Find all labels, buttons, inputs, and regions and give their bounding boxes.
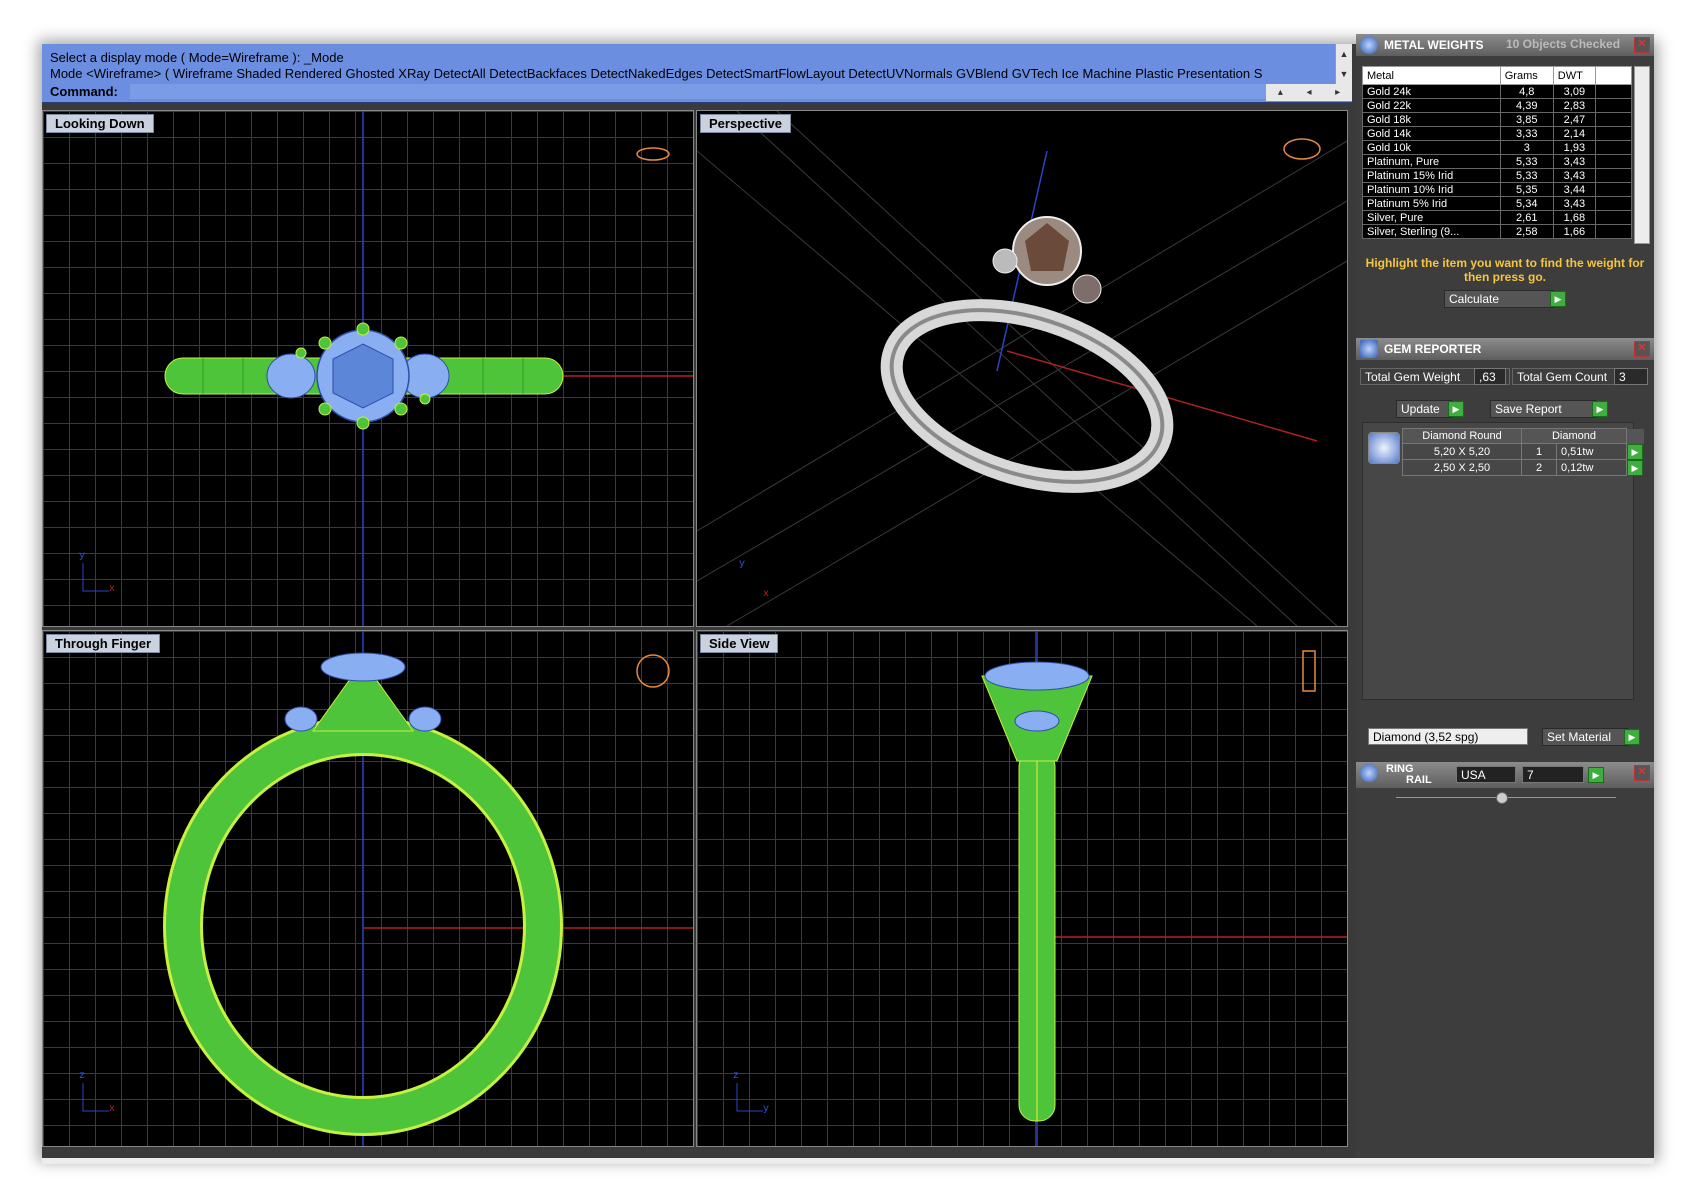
viewport-title[interactable]: Side View xyxy=(700,634,779,653)
calculate-go-icon[interactable]: ▶ xyxy=(1550,291,1566,307)
set-material-go-icon[interactable]: ▶ xyxy=(1624,729,1640,745)
metal-weights-header: METAL WEIGHTS 10 Objects Checked ✕ xyxy=(1356,34,1654,56)
table-row[interactable]: Gold 24k 4,8 3,09 xyxy=(1362,84,1632,99)
table-row[interactable]: Platinum, Pure 5,33 3,43 xyxy=(1362,154,1632,169)
command-area: Select a display mode ( Mode=Wireframe )… xyxy=(42,44,1352,103)
command-label: Command: xyxy=(50,84,118,99)
bottom-edge xyxy=(42,1158,1654,1164)
calculate-button[interactable]: Calculate xyxy=(1444,290,1554,308)
gem-table: Diamond Round Diamond 5,20 X 5,20 1 0,51… xyxy=(1402,428,1644,476)
ring-size-slider-handle[interactable] xyxy=(1496,792,1508,804)
ring-rail-subtitle: RAIL xyxy=(1406,774,1432,786)
metal-hint-text: Highlight the item you want to find the … xyxy=(1365,256,1645,284)
top-orientation-icon xyxy=(636,147,670,161)
round-diamond-icon xyxy=(1368,432,1400,464)
front-orientation-icon xyxy=(636,654,670,688)
viewport-title[interactable]: Perspective xyxy=(700,114,791,133)
command-mode-options[interactable]: Mode <Wireframe> ( Wireframe Shaded Rend… xyxy=(50,66,1320,81)
viewport-title[interactable]: Looking Down xyxy=(46,114,154,133)
total-gem-weight-value: ,63 xyxy=(1474,368,1506,385)
table-row[interactable]: Silver, Pure 2,61 1,68 xyxy=(1362,210,1632,225)
metal-weights-icon xyxy=(1360,36,1378,54)
table-row[interactable]: Gold 10k 3 1,93 xyxy=(1362,140,1632,155)
update-go-icon[interactable]: ▶ xyxy=(1448,401,1464,417)
axis-z-label: z xyxy=(733,1071,740,1082)
gem-go-icon[interactable]: ▶ xyxy=(1627,459,1643,476)
save-report-go-icon[interactable]: ▶ xyxy=(1592,401,1608,417)
axis-y-label: y xyxy=(763,1104,770,1115)
objects-checked-status: 10 Objects Checked xyxy=(1506,37,1621,51)
viewport-title[interactable]: Through Finger xyxy=(46,634,161,653)
table-row[interactable]: Silver, Sterling (9... 2,58 1,66 xyxy=(1362,224,1632,239)
viewport-looking-down[interactable]: x y Looking Down xyxy=(42,110,694,627)
gem-reporter-title: GEM REPORTER xyxy=(1384,342,1482,356)
side-panel: METAL WEIGHTS 10 Objects Checked ✕ Metal… xyxy=(1356,34,1654,1158)
table-row[interactable]: Gold 18k 3,85 2,47 xyxy=(1362,112,1632,127)
command-line: Command: xyxy=(50,84,1320,99)
command-scrollbar[interactable]: ▲ ▼ xyxy=(1335,44,1352,84)
table-row[interactable]: Platinum 5% Irid 5,34 3,43 xyxy=(1362,196,1632,211)
total-gem-count-value: 3 xyxy=(1614,368,1648,385)
ring-rail-go-icon[interactable]: ▶ xyxy=(1588,767,1604,783)
gem-go-icon[interactable]: ▶ xyxy=(1627,443,1643,460)
viewport-side-view[interactable]: y z Side View xyxy=(696,630,1348,1147)
axis-x-label: x xyxy=(109,1104,116,1115)
metal-table-scrollbar[interactable] xyxy=(1634,66,1650,244)
material-select[interactable]: Diamond (3,52 spg) xyxy=(1368,728,1528,745)
front-view-ring-wireframe xyxy=(82,631,693,1146)
table-row[interactable]: Platinum 10% Irid 5,35 3,44 xyxy=(1362,182,1632,197)
top-view-ring-wireframe xyxy=(82,111,693,626)
perspective-grid xyxy=(697,111,1347,626)
update-button[interactable]: Update xyxy=(1396,400,1452,418)
ring-rail-icon xyxy=(1360,764,1378,782)
gem-reporter-icon xyxy=(1360,340,1378,358)
column-header-grams[interactable]: Grams xyxy=(1499,66,1554,85)
axis-x-label: x xyxy=(109,584,116,595)
column-header-metal[interactable]: Metal xyxy=(1362,66,1501,85)
table-row[interactable]: Gold 22k 4,39 2,83 xyxy=(1362,98,1632,113)
set-material-button[interactable]: Set Material xyxy=(1542,728,1628,746)
table-row[interactable]: Platinum 15% Irid 5,33 3,43 xyxy=(1362,168,1632,183)
viewport-through-finger[interactable]: x z Through Finger xyxy=(42,630,694,1147)
metal-weights-title: METAL WEIGHTS xyxy=(1384,38,1484,52)
gem-reporter-header: GEM REPORTER ✕ xyxy=(1356,338,1654,360)
command-hscroll[interactable]: ▴ ◂ ▸ xyxy=(1266,84,1352,101)
close-icon[interactable]: ✕ xyxy=(1634,765,1650,781)
ring-size-select[interactable]: 7 xyxy=(1522,766,1584,783)
axis-y-label: y xyxy=(739,559,746,570)
ring-region-select[interactable]: USA xyxy=(1456,766,1516,783)
side-orientation-icon xyxy=(1302,650,1316,692)
axis-y-label: y xyxy=(79,551,86,562)
save-report-button[interactable]: Save Report xyxy=(1490,400,1596,418)
command-prompt-line: Select a display mode ( Mode=Wireframe )… xyxy=(50,50,344,65)
perspective-orientation-icon xyxy=(1283,138,1321,160)
column-header-dwt[interactable]: DWT xyxy=(1552,66,1597,85)
table-row[interactable]: Gold 14k 3,33 2,14 xyxy=(1362,126,1632,141)
side-view-ring-wireframe xyxy=(736,631,1347,1146)
viewport-perspective[interactable]: x y Perspective xyxy=(696,110,1348,627)
axis-x-label: x xyxy=(763,589,770,600)
table-row[interactable]: 2,50 X 2,50 2 0,12tw ▶ xyxy=(1402,459,1644,476)
close-icon[interactable]: ✕ xyxy=(1634,341,1650,357)
metal-weights-table: Metal Grams DWT Gold 24k 4,8 3,09 Gold 22k… xyxy=(1362,66,1632,239)
command-input[interactable] xyxy=(130,84,1314,99)
table-row[interactable]: 5,20 X 5,20 1 0,51tw ▶ xyxy=(1402,443,1644,460)
close-icon[interactable]: ✕ xyxy=(1634,37,1650,53)
axis-z-label: z xyxy=(79,1071,86,1082)
